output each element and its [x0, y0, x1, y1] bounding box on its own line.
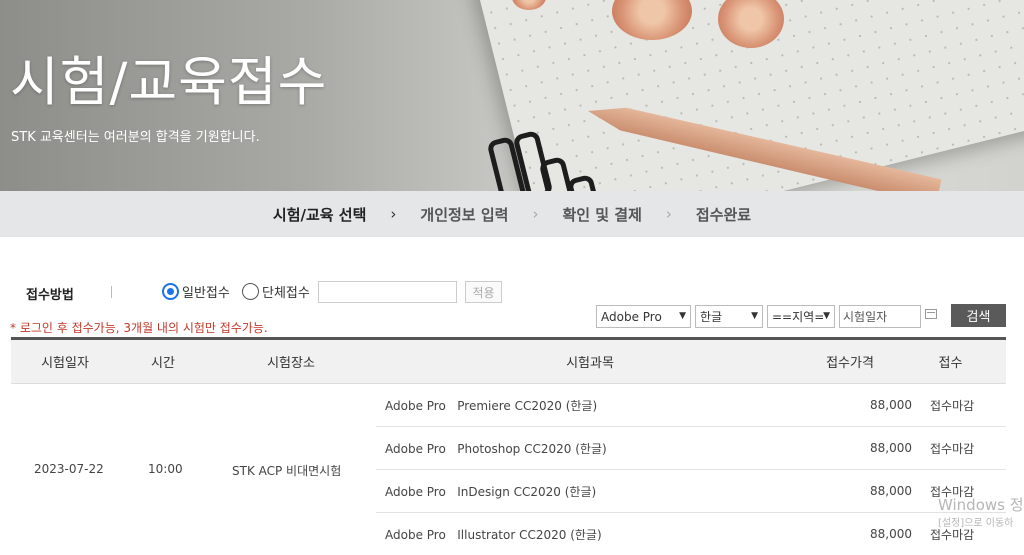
radio-group-label: 단체접수 [262, 286, 310, 301]
header-place: 시험장소 [267, 356, 315, 371]
step-select-exam: 시험/교육 선택 [272, 205, 367, 224]
header-status: 접수 [938, 356, 963, 371]
status-cell: 접수마감 [930, 441, 975, 456]
subject-cell: Adobe Pro Premiere CC2020 (한글) [385, 398, 598, 413]
chevron-right-icon: › [665, 205, 672, 223]
search-button[interactable]: 검색 [951, 304, 1006, 327]
product-select-value: Adobe Pro [601, 309, 662, 324]
table-header: 시험일자 시간 시험장소 시험과목 접수가격 접수 [11, 340, 1006, 384]
group-code-input[interactable] [318, 281, 457, 303]
header-price: 접수가격 [826, 356, 874, 371]
price-cell: 88,000 [870, 527, 912, 541]
header-time: 시간 [151, 356, 175, 371]
exam-place-cell: STK ACP 비대면시험 [232, 464, 342, 478]
login-notice: * 로그인 후 접수가능, 3개월 내의 시험만 접수가능. [10, 321, 268, 335]
table-row: Adobe Pro Photoshop CC2020 (한글) 88,000 접… [376, 427, 1006, 469]
header-exam-date: 시험일자 [41, 356, 89, 371]
region-select[interactable]: ==지역= ▼ [767, 305, 835, 328]
language-select[interactable]: 한글 ▼ [695, 305, 763, 328]
price-cell: 88,000 [870, 398, 912, 412]
chevron-down-icon: ▼ [823, 311, 830, 321]
table-row: Adobe Pro Illustrator CC2020 (한글) 88,000… [376, 513, 1006, 555]
exam-time-cell: 10:00 [148, 462, 183, 476]
chevron-down-icon: ▼ [751, 311, 758, 321]
chevron-right-icon: › [390, 205, 397, 223]
table-row: Adobe Pro InDesign CC2020 (한글) 88,000 접수… [376, 470, 1006, 512]
price-cell: 88,000 [870, 441, 912, 455]
table-row: Adobe Pro Premiere CC2020 (한글) 88,000 접수… [376, 384, 1006, 426]
subject-cell: Adobe Pro InDesign CC2020 (한글) [385, 484, 597, 499]
windows-activation-hint: [설정]으로 이동하 [938, 518, 1014, 529]
header-subject: 시험과목 [566, 356, 614, 371]
calendar-icon[interactable] [925, 309, 937, 319]
windows-activation-watermark: Windows 정 [938, 496, 1024, 514]
step-complete: 접수완료 [695, 205, 752, 224]
page-title: 시험/교육접수 [10, 52, 328, 113]
step-indicator: 시험/교육 선택 › 개인정보 입력 › 확인 및 결제 › 접수완료 [0, 191, 1024, 237]
radio-unchecked-icon[interactable] [242, 283, 259, 300]
subject-cell: Adobe Pro Illustrator CC2020 (한글) [385, 527, 602, 542]
radio-group[interactable]: 단체접수 [242, 282, 310, 301]
subject-cell: Adobe Pro Photoshop CC2020 (한글) [385, 441, 607, 456]
divider [111, 286, 112, 298]
apply-button[interactable]: 적용 [465, 281, 502, 303]
hero-banner: 시험/교육접수 STK 교육센터는 여러분의 합격을 기원합니다. [0, 0, 1024, 191]
chevron-right-icon: › [532, 205, 539, 223]
step-confirm-payment: 확인 및 결제 [562, 205, 642, 224]
language-select-value: 한글 [700, 310, 723, 324]
exam-date-cell: 2023-07-22 [34, 462, 104, 476]
price-cell: 88,000 [870, 484, 912, 498]
registration-method-label: 접수방법 [26, 288, 74, 303]
radio-checked-icon[interactable] [162, 283, 179, 300]
radio-general-label: 일반접수 [182, 286, 230, 301]
step-personal-info: 개인정보 입력 [420, 205, 509, 224]
region-select-value: ==지역= [772, 310, 825, 324]
status-cell: 접수마감 [930, 398, 975, 413]
exam-date-input[interactable]: 시험일자 [839, 305, 921, 328]
product-select[interactable]: Adobe Pro ▼ [596, 305, 691, 328]
page-subtitle: STK 교육센터는 여러분의 합격을 기원합니다. [11, 130, 260, 145]
chevron-down-icon: ▼ [679, 311, 686, 321]
radio-general[interactable]: 일반접수 [162, 282, 230, 301]
